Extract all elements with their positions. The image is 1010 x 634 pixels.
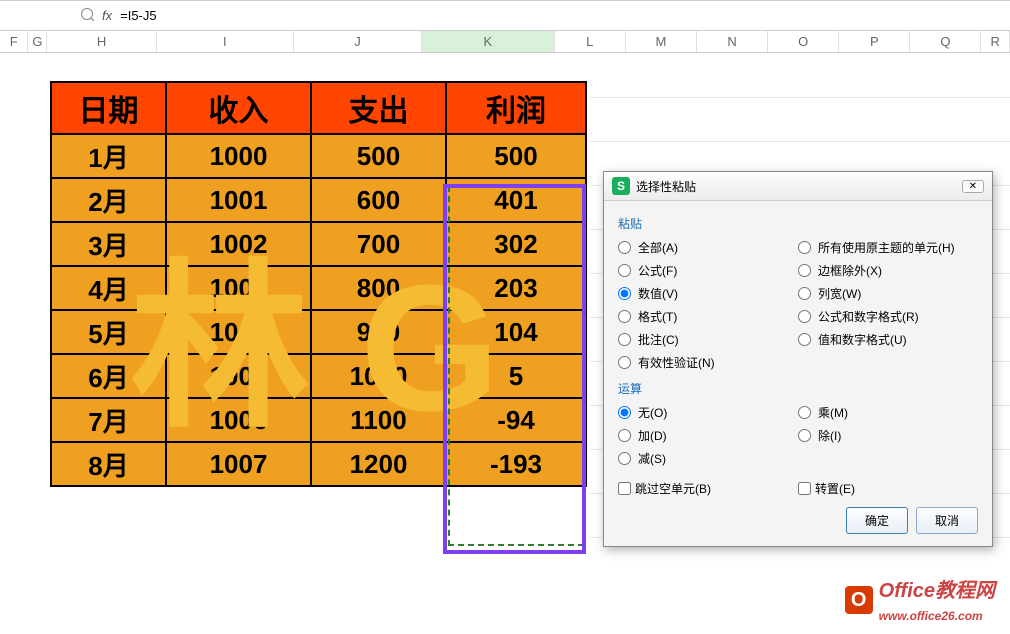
close-button[interactable]: ✕ [962, 180, 984, 193]
table-row: 8月10071200-193 [51, 442, 586, 486]
header-income[interactable]: 收入 [166, 82, 311, 134]
office-icon: O [845, 586, 873, 614]
table-row: 3月1002700302 [51, 222, 586, 266]
wps-icon: S [612, 177, 630, 195]
col-header-O[interactable]: O [768, 31, 839, 52]
header-expense[interactable]: 支出 [311, 82, 446, 134]
formula-input[interactable] [120, 8, 1010, 23]
formula-bar: fx [0, 1, 1010, 31]
col-header-Q[interactable]: Q [910, 31, 981, 52]
insert-fn-icon[interactable] [80, 7, 94, 24]
radio-theme[interactable]: 所有使用原主题的单元(H) [798, 239, 978, 256]
radio-colwidth[interactable]: 列宽(W) [798, 285, 978, 302]
table-row: 7月10061100-94 [51, 398, 586, 442]
radio-values[interactable]: 数值(V) [618, 285, 798, 302]
site-watermark: O Office教程网 www.office26.com [845, 574, 995, 626]
table-row: 6月100510005 [51, 354, 586, 398]
table-row: 1月1000500500 [51, 134, 586, 178]
header-date[interactable]: 日期 [51, 82, 166, 134]
check-transpose[interactable]: 转置(E) [798, 480, 978, 497]
header-profit[interactable]: 利润 [446, 82, 586, 134]
col-header-P[interactable]: P [839, 31, 910, 52]
data-table: 日期 收入 支出 利润 1月1000500500 2月1001600401 3月… [50, 81, 587, 487]
radio-op-none[interactable]: 无(O) [618, 404, 798, 421]
check-skip-blanks[interactable]: 跳过空单元(B) [618, 480, 798, 497]
col-header-G[interactable]: G [28, 31, 47, 52]
ok-button[interactable]: 确定 [846, 507, 908, 534]
radio-formulas[interactable]: 公式(F) [618, 262, 798, 279]
paste-group-label: 粘贴 [618, 215, 978, 232]
cancel-button[interactable]: 取消 [916, 507, 978, 534]
col-header-H[interactable]: H [47, 31, 156, 52]
col-header-R[interactable]: R [981, 31, 1009, 52]
col-header-N[interactable]: N [697, 31, 768, 52]
table-row: 5月1004900104 [51, 310, 586, 354]
radio-formats[interactable]: 格式(T) [618, 308, 798, 325]
radio-comments[interactable]: 批注(C) [618, 331, 798, 348]
radio-op-div[interactable]: 除(I) [798, 427, 978, 444]
col-header-L[interactable]: L [555, 31, 626, 52]
watermark-title: Office教程网 [879, 580, 995, 602]
radio-op-mul[interactable]: 乘(M) [798, 404, 978, 421]
radio-validation[interactable]: 有效性验证(N) [618, 354, 798, 371]
column-headers: F G H I J K L M N O P Q R [0, 31, 1010, 53]
col-header-F[interactable]: F [0, 31, 28, 52]
radio-all[interactable]: 全部(A) [618, 239, 798, 256]
dialog-titlebar[interactable]: S 选择性粘贴 ✕ [604, 172, 992, 201]
col-header-K[interactable]: K [422, 31, 555, 52]
col-header-M[interactable]: M [626, 31, 697, 52]
radio-valnum[interactable]: 值和数字格式(U) [798, 331, 978, 348]
table-row: 2月1001600401 [51, 178, 586, 222]
radio-noborder[interactable]: 边框除外(X) [798, 262, 978, 279]
paste-special-dialog: S 选择性粘贴 ✕ 粘贴 全部(A) 所有使用原主题的单元(H) 公式(F) 边… [603, 171, 993, 547]
fx-label[interactable]: fx [102, 8, 112, 23]
radio-formnum[interactable]: 公式和数字格式(R) [798, 308, 978, 325]
col-header-J[interactable]: J [294, 31, 422, 52]
dialog-title: 选择性粘贴 [636, 178, 696, 195]
col-header-I[interactable]: I [157, 31, 294, 52]
op-group-label: 运算 [618, 380, 978, 397]
table-row: 4月1003800203 [51, 266, 586, 310]
radio-op-sub[interactable]: 减(S) [618, 450, 798, 467]
watermark-url: www.office26.com [879, 609, 983, 623]
radio-op-add[interactable]: 加(D) [618, 427, 798, 444]
